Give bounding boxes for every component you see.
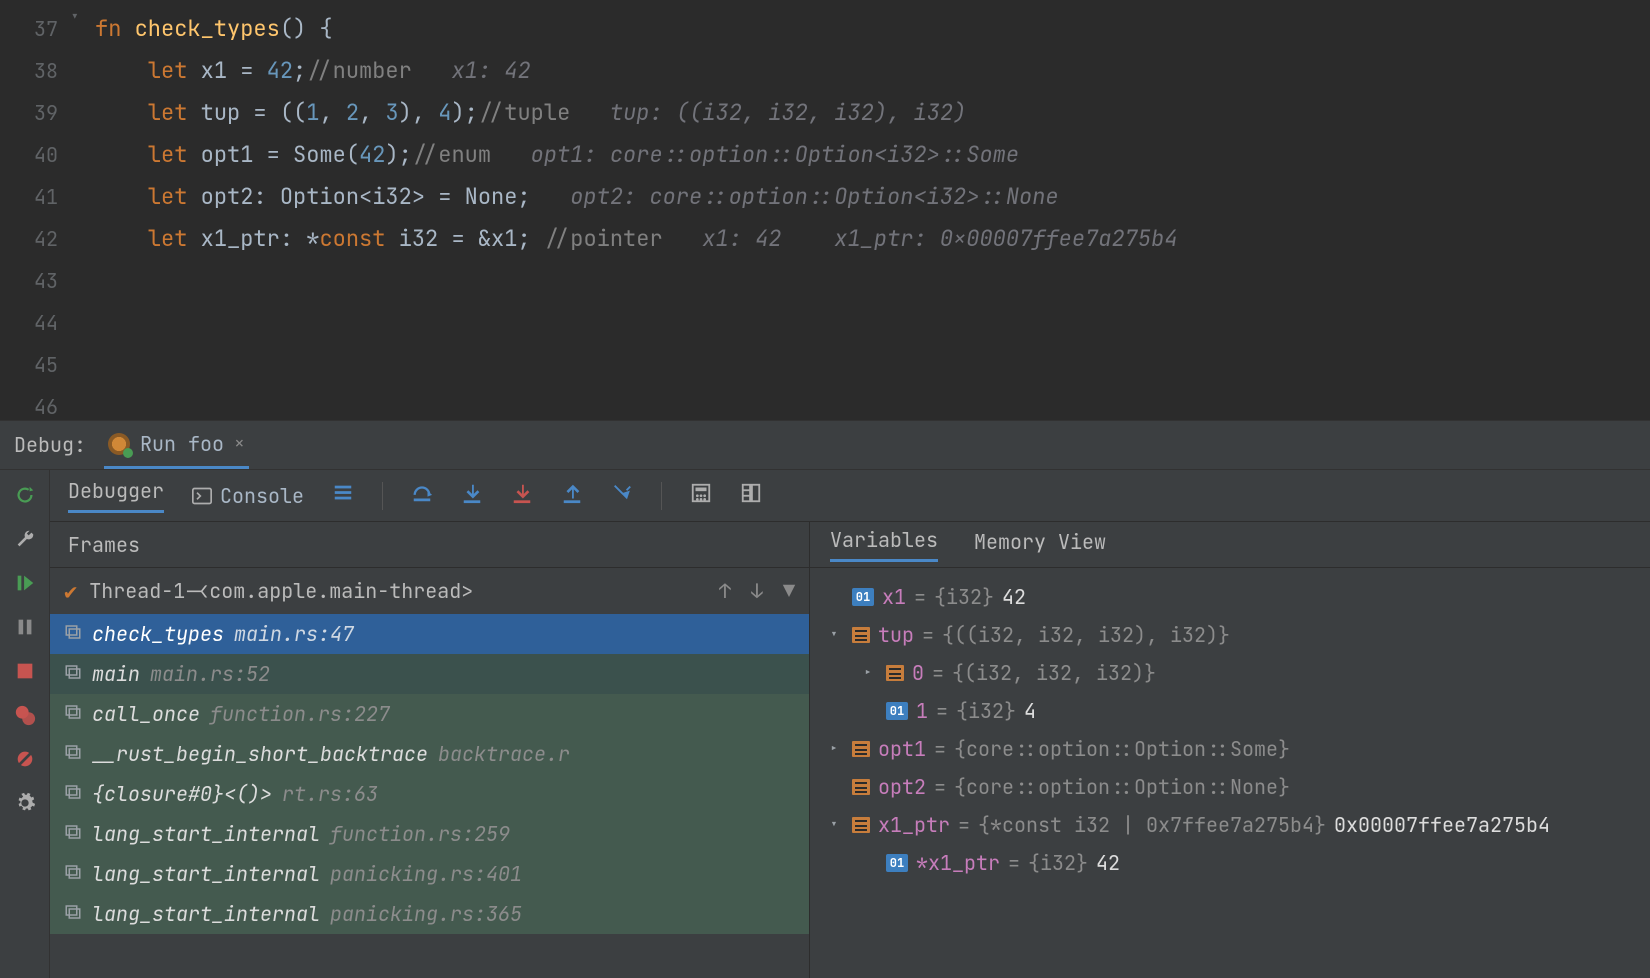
- expand-toggle-icon[interactable]: ▾: [824, 616, 844, 654]
- stack-frame[interactable]: check_types main.rs:47: [50, 614, 809, 654]
- frame-icon: [64, 661, 82, 687]
- step-over-icon[interactable]: [411, 482, 433, 510]
- trace-current-stream-icon[interactable]: [740, 482, 762, 510]
- pause-icon[interactable]: [14, 616, 36, 638]
- frame-icon: [64, 821, 82, 847]
- stack-frame[interactable]: lang_start_internal function.rs:259: [50, 814, 809, 854]
- prev-frame-icon[interactable]: ↑: [719, 578, 731, 604]
- run-to-cursor-icon[interactable]: [611, 482, 633, 510]
- variable-row[interactable]: opt2 = {core::option::Option::None}: [824, 768, 1636, 806]
- fold-column: ▾: [70, 0, 95, 420]
- rust-icon: [108, 433, 130, 455]
- rerun-icon[interactable]: [14, 484, 36, 506]
- frame-icon: [64, 701, 82, 727]
- tab-variables[interactable]: Variables: [830, 527, 938, 562]
- type-i32-icon: 01: [852, 588, 874, 606]
- run-config-name: Run foo: [140, 431, 224, 457]
- stack-frame[interactable]: lang_start_internal panicking.rs:401: [50, 854, 809, 894]
- stop-icon[interactable]: [14, 660, 36, 682]
- thread-selector[interactable]: ✔ Thread-1-<com.apple.main-thread> ↑ ↓ ▼: [50, 568, 809, 614]
- debug-label: Debug:: [14, 432, 86, 458]
- variable-row[interactable]: 01 *x1_ptr = {i32} 42: [824, 844, 1636, 882]
- expand-toggle-icon[interactable]: ▾: [824, 806, 844, 844]
- code-editor[interactable]: 37383940414243444546 ▾ fn check_types() …: [0, 0, 1650, 420]
- frame-icon: [64, 901, 82, 927]
- variables-tree[interactable]: 01 x1 = {i32} 42▾ tup = {((i32, i32, i32…: [810, 568, 1650, 892]
- force-step-into-icon[interactable]: [511, 482, 533, 510]
- frame-icon: [64, 741, 82, 767]
- expand-toggle-icon[interactable]: ▸: [858, 654, 878, 692]
- stack-frame[interactable]: __rust_begin_short_backtrace backtrace.r: [50, 734, 809, 774]
- frames-pane: Frames ✔ Thread-1-<com.apple.main-thread…: [50, 522, 810, 978]
- thread-dropdown-icon[interactable]: ▼: [783, 578, 795, 604]
- debugger-settings-icon[interactable]: [14, 792, 36, 814]
- type-i32-icon: 01: [886, 854, 908, 872]
- frame-list[interactable]: check_types main.rs:47main main.rs:52cal…: [50, 614, 809, 978]
- expand-toggle-icon[interactable]: ▸: [824, 730, 844, 768]
- settings-wrench-icon[interactable]: [14, 528, 36, 550]
- type-i32-icon: 01: [886, 702, 908, 720]
- frames-header: Frames: [50, 522, 809, 568]
- debug-side-toolbar: [0, 470, 50, 978]
- close-icon[interactable]: ×: [234, 432, 245, 455]
- debug-tool-window: Debugger Console: [0, 470, 1650, 978]
- variable-row[interactable]: ▸ opt1 = {core::option::Option::Some}: [824, 730, 1636, 768]
- frame-icon: [64, 781, 82, 807]
- line-number-gutter: 37383940414243444546: [0, 0, 70, 420]
- mute-breakpoints-icon[interactable]: [14, 748, 36, 770]
- type-struct-icon: [852, 741, 870, 757]
- debugger-toolbar: Debugger Console: [50, 470, 1650, 522]
- variable-row[interactable]: ▸ 0 = {(i32, i32, i32)}: [824, 654, 1636, 692]
- step-out-icon[interactable]: [561, 482, 583, 510]
- run-config-tab[interactable]: Run foo ×: [104, 421, 249, 469]
- variable-row[interactable]: ▾ x1_ptr = {*const i32 | 0x7ffee7a275b4}…: [824, 806, 1636, 844]
- type-struct-icon: [852, 627, 870, 643]
- check-icon: ✔: [64, 577, 77, 606]
- stack-frame[interactable]: {closure#0}<()> rt.rs:63: [50, 774, 809, 814]
- frame-icon: [64, 621, 82, 647]
- variable-row[interactable]: 01 1 = {i32} 4: [824, 692, 1636, 730]
- code-area[interactable]: fn check_types() { let x1 = 42;//number …: [95, 0, 1650, 420]
- debug-tool-window-header: Debug: Run foo ×: [0, 420, 1650, 470]
- variable-row[interactable]: ▾ tup = {((i32, i32, i32), i32)}: [824, 616, 1636, 654]
- type-struct-icon: [886, 665, 904, 681]
- next-frame-icon[interactable]: ↓: [751, 578, 763, 604]
- thread-name: Thread-1-<com.apple.main-thread>: [89, 578, 473, 604]
- type-struct-icon: [852, 779, 870, 795]
- type-struct-icon: [852, 817, 870, 833]
- stack-frame[interactable]: main main.rs:52: [50, 654, 809, 694]
- stack-frame[interactable]: call_once function.rs:227: [50, 694, 809, 734]
- variable-row[interactable]: 01 x1 = {i32} 42: [824, 578, 1636, 616]
- threads-view-icon[interactable]: [332, 482, 354, 510]
- tab-console[interactable]: Console: [192, 483, 304, 509]
- tab-memory-view[interactable]: Memory View: [974, 529, 1106, 561]
- resume-icon[interactable]: [14, 572, 36, 594]
- view-breakpoints-icon[interactable]: [14, 704, 36, 726]
- frame-icon: [64, 861, 82, 887]
- variables-pane: Variables Memory View 01 x1 = {i32} 42▾ …: [810, 522, 1650, 978]
- stack-frame[interactable]: lang_start_internal panicking.rs:365: [50, 894, 809, 934]
- tab-debugger[interactable]: Debugger: [68, 478, 164, 513]
- step-into-icon[interactable]: [461, 482, 483, 510]
- fold-toggle-icon[interactable]: ▾: [70, 6, 90, 26]
- evaluate-expression-icon[interactable]: [690, 482, 712, 510]
